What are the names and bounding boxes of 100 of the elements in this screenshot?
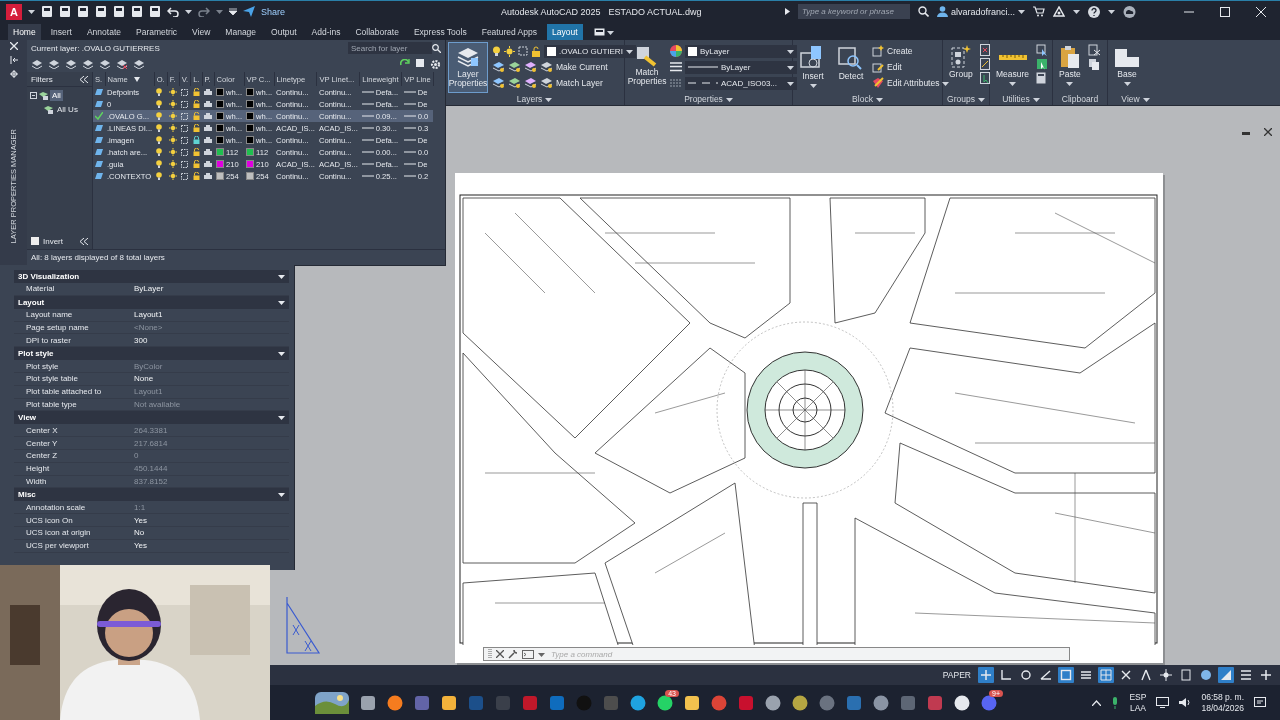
color-swatch[interactable] — [246, 112, 255, 120]
printer-icon[interactable] — [204, 88, 212, 96]
paste-button[interactable]: Paste — [1056, 42, 1084, 94]
padlock-icon[interactable] — [192, 136, 200, 144]
color-swatch[interactable] — [246, 124, 255, 132]
color-swatch[interactable] — [216, 100, 224, 108]
property-value[interactable]: None — [134, 374, 289, 384]
grip-icon[interactable] — [488, 649, 492, 660]
sun-icon[interactable] — [169, 88, 178, 96]
clock-time[interactable]: 06:58 p. m. — [1201, 691, 1244, 703]
color-swatch[interactable] — [246, 160, 255, 168]
property-value[interactable]: Layout1 — [134, 310, 289, 320]
section-header[interactable]: View — [18, 413, 37, 423]
group-select-icon[interactable] — [979, 72, 990, 85]
ribbon-tab[interactable]: View — [187, 24, 216, 41]
color-wheel-icon[interactable] — [670, 45, 682, 58]
bulb-icon[interactable] — [156, 112, 163, 120]
color-swatch[interactable] — [216, 124, 224, 132]
printer-icon[interactable] — [204, 112, 212, 120]
section-header[interactable]: 3D Visualization — [18, 272, 80, 281]
copy-icon[interactable] — [1087, 58, 1102, 71]
section-header[interactable]: Layout — [18, 297, 45, 307]
caret-icon[interactable] — [1108, 8, 1115, 16]
expand-arrow-icon[interactable] — [784, 8, 790, 16]
sun-icon[interactable] — [169, 100, 178, 108]
padlock-icon[interactable] — [192, 172, 200, 180]
color-swatch[interactable] — [216, 160, 224, 168]
cloud-icon[interactable] — [1123, 5, 1136, 18]
property-value[interactable]: Yes — [134, 541, 289, 551]
dot-icon[interactable] — [1200, 669, 1212, 682]
clock-date[interactable]: 18/04/2026 — [1201, 702, 1244, 714]
user-icon[interactable] — [936, 6, 948, 18]
color-dropdown[interactable]: ByLayer — [685, 44, 797, 58]
layer-state-icon[interactable] — [508, 77, 521, 90]
search-icon[interactable] — [917, 6, 929, 18]
caret-icon[interactable] — [1032, 95, 1040, 103]
create-block-icon[interactable] — [872, 45, 884, 58]
monitor-icon[interactable] — [1156, 697, 1170, 708]
app-logo[interactable]: A — [6, 3, 22, 20]
group-edit-icon[interactable] — [979, 58, 990, 71]
caret-icon[interactable] — [875, 95, 883, 103]
crosshair-icon[interactable] — [1260, 669, 1272, 682]
wrench-icon[interactable] — [508, 649, 518, 660]
circle-icon[interactable] — [1020, 669, 1032, 682]
ungroup-icon[interactable] — [979, 44, 990, 57]
invert-checkbox[interactable] — [31, 237, 39, 245]
bulb-icon[interactable] — [156, 172, 163, 180]
sun-icon[interactable] — [504, 45, 515, 57]
insert-button[interactable]: Insert — [796, 42, 830, 94]
quick-select-icon[interactable] — [1036, 44, 1049, 57]
help-icon[interactable] — [1088, 5, 1100, 18]
share-link[interactable]: Share — [261, 6, 286, 17]
layer-dropdown[interactable]: .OVALO GUTIERI — [544, 44, 636, 58]
panel-toggle-icon[interactable] — [593, 28, 605, 37]
make-current-button[interactable]: Make Current — [556, 62, 608, 73]
lineweight-icon[interactable] — [670, 62, 682, 73]
color-swatch[interactable] — [246, 100, 255, 108]
redo-icon[interactable] — [198, 6, 210, 17]
customize-icon[interactable] — [229, 7, 237, 16]
autohide-icon[interactable] — [9, 56, 18, 64]
collapse-panel-icon[interactable] — [80, 237, 88, 245]
caret-icon[interactable] — [1123, 80, 1131, 88]
sun-icon[interactable] — [169, 112, 178, 120]
section-header[interactable]: Plot style — [18, 349, 54, 359]
share-icon[interactable] — [243, 6, 255, 18]
ribbon-tab[interactable]: Add-ins — [306, 24, 346, 41]
ribbon-tab[interactable]: Home — [8, 24, 41, 41]
stop-icon[interactable] — [416, 58, 424, 67]
measure-button[interactable]: Measure — [993, 42, 1033, 94]
search-field[interactable]: Search for layer — [348, 42, 432, 54]
maximize-icon[interactable] — [1220, 6, 1230, 17]
layer-state-icon[interactable] — [524, 77, 537, 90]
bulb-icon[interactable] — [156, 136, 163, 144]
caret-icon[interactable] — [1066, 80, 1074, 88]
user-name[interactable]: alvaradofranci... — [950, 6, 1015, 17]
property-value[interactable]: 300 — [134, 335, 289, 345]
padlock-icon[interactable] — [192, 100, 200, 108]
caret-icon[interactable] — [725, 95, 733, 103]
color-swatch[interactable] — [246, 172, 255, 180]
printer-icon[interactable] — [204, 124, 212, 132]
match-layer-button[interactable]: Match Layer — [556, 78, 603, 89]
triangle-network-icon[interactable] — [1053, 6, 1065, 18]
cross-icon[interactable] — [1120, 669, 1132, 682]
close-icon[interactable] — [496, 650, 504, 659]
collapse-icon[interactable] — [30, 92, 37, 99]
collapse-panel-icon[interactable] — [80, 75, 88, 83]
caret-icon[interactable] — [606, 28, 614, 36]
padlock-icon[interactable] — [192, 88, 200, 96]
detect-button[interactable]: Detect — [834, 42, 868, 94]
property-value[interactable]: ByLayer — [134, 284, 289, 294]
close-icon[interactable] — [1264, 128, 1272, 137]
padlock-icon[interactable] — [192, 112, 200, 120]
sun-icon[interactable] — [169, 136, 178, 144]
caret-icon[interactable] — [278, 273, 285, 280]
caret-icon[interactable] — [538, 650, 545, 658]
layer-state-icon[interactable] — [508, 61, 521, 74]
section-header[interactable]: Misc — [18, 490, 36, 500]
caret-icon[interactable] — [545, 95, 553, 103]
caret-icon[interactable] — [278, 491, 285, 499]
select-all-icon[interactable] — [1036, 58, 1049, 71]
